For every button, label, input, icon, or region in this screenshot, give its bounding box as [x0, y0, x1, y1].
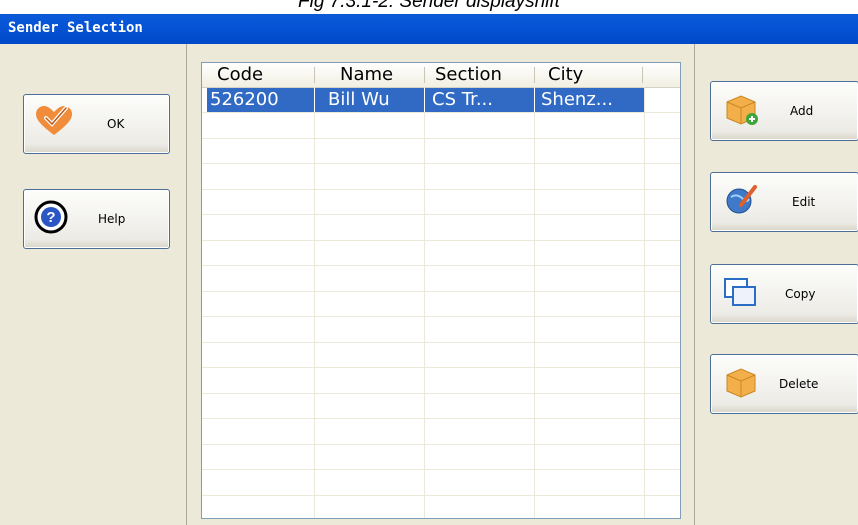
grid-row-line	[202, 444, 680, 445]
edit-button[interactable]: Edit	[710, 172, 858, 232]
edit-label: Edit	[792, 195, 816, 209]
copy-button[interactable]: Copy	[710, 264, 858, 324]
cell-divider	[424, 88, 425, 112]
ok-button[interactable]: OK	[23, 94, 170, 154]
grid-row-line	[202, 469, 680, 470]
column-divider[interactable]	[642, 67, 643, 83]
cell-code[interactable]: 526200	[210, 88, 310, 112]
column-header-code[interactable]: Code	[217, 63, 263, 87]
ok-label: OK	[107, 117, 125, 131]
globe-pen-icon	[723, 183, 759, 221]
column-header-city[interactable]: City	[548, 63, 583, 87]
column-header-section[interactable]: Section	[435, 63, 502, 87]
grid-row-line	[202, 418, 680, 419]
grid-row-line	[202, 367, 680, 368]
grid-row-line	[202, 240, 680, 241]
grid-line	[644, 87, 645, 518]
grid-row-line	[202, 342, 680, 343]
cell-section[interactable]: CS Tr...	[432, 88, 532, 112]
cell-divider	[534, 88, 535, 112]
grid-header: Code Name Section City	[202, 63, 680, 88]
delete-label: Delete	[779, 377, 819, 391]
grid-row-line	[202, 138, 680, 139]
grid-row-line	[202, 495, 680, 496]
help-button[interactable]: ? Help	[23, 189, 170, 249]
grid-line	[314, 87, 315, 518]
box-icon	[723, 365, 759, 403]
sender-selection-window: Sender Selection OK ? Help Add Edit Copy…	[0, 14, 858, 525]
grid-row-line	[202, 265, 680, 266]
delete-button[interactable]: Delete	[710, 354, 858, 414]
grid-row-line	[202, 189, 680, 190]
sender-grid[interactable]: Code Name Section City 526200 Bill Wu CS…	[201, 62, 681, 519]
column-divider[interactable]	[424, 67, 425, 83]
window-title: Sender Selection	[8, 20, 143, 36]
svg-text:?: ?	[46, 209, 55, 226]
column-divider[interactable]	[534, 67, 535, 83]
grid-row-line	[202, 291, 680, 292]
grid-row-line	[202, 163, 680, 164]
copy-windows-icon	[723, 275, 759, 313]
grid-line	[424, 87, 425, 518]
right-panel: Add Edit Copy Delete	[694, 44, 858, 525]
grid-row-line	[202, 112, 680, 113]
box-plus-icon	[723, 92, 759, 130]
cell-city[interactable]: Shenz...	[541, 88, 641, 112]
left-panel: OK ? Help	[0, 44, 187, 525]
question-icon: ?	[34, 200, 68, 238]
title-bar[interactable]: Sender Selection	[0, 14, 858, 44]
help-label: Help	[98, 212, 126, 226]
grid-row-line	[202, 214, 680, 215]
heart-check-icon	[34, 106, 74, 142]
add-button[interactable]: Add	[710, 81, 858, 141]
grid-line	[534, 87, 535, 518]
column-divider[interactable]	[314, 67, 315, 83]
add-label: Add	[790, 104, 814, 118]
cell-name[interactable]: Bill Wu	[328, 88, 422, 112]
grid-row-line	[202, 393, 680, 394]
figure-caption: Fig 7.3.1-2: Sender displayshift	[298, 0, 560, 12]
column-header-name[interactable]: Name	[340, 63, 393, 87]
cell-divider	[314, 88, 315, 112]
copy-label: Copy	[785, 287, 816, 301]
grid-row-line	[202, 316, 680, 317]
